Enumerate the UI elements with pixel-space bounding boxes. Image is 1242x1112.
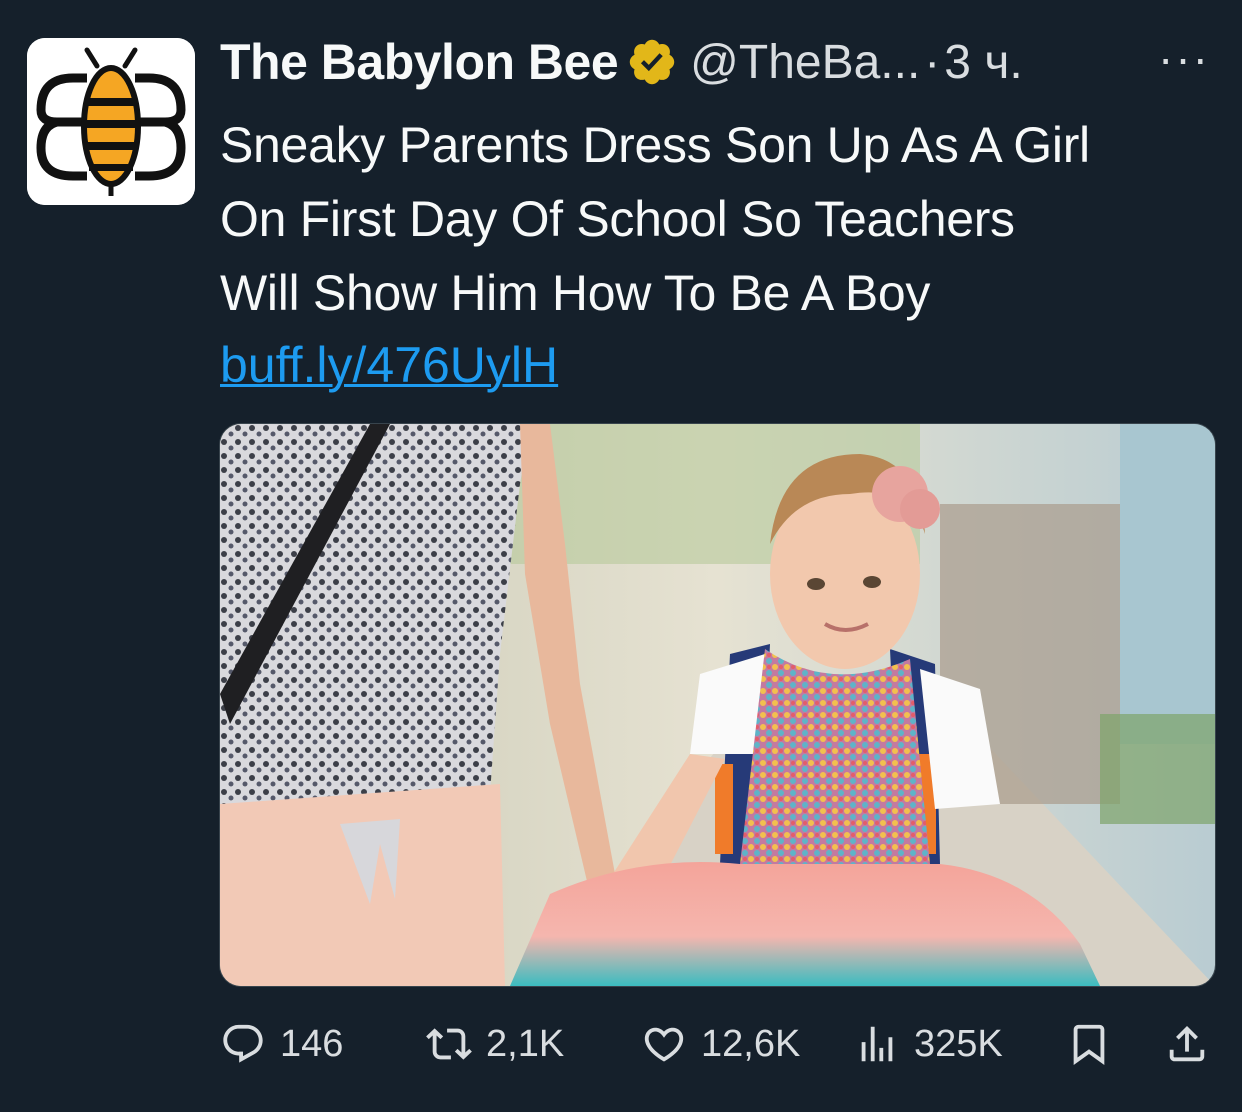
- views-button[interactable]: 325K: [854, 1012, 1003, 1076]
- author-name[interactable]: The Babylon Bee: [220, 33, 619, 91]
- views-count: 325K: [914, 1022, 1003, 1065]
- tweet-text: Sneaky Parents Dress Son Up As A Girl On…: [220, 108, 1220, 330]
- tweet-text-line: Sneaky Parents Dress Son Up As A Girl: [220, 117, 1090, 173]
- bookmark-icon: [1073, 1024, 1105, 1065]
- retweet-icon: [426, 1028, 472, 1060]
- author-handle[interactable]: @TheBa...: [690, 35, 920, 90]
- like-count: 12,6K: [701, 1022, 801, 1065]
- tweet-text-line: Will Show Him How To Be A Boy: [220, 265, 931, 321]
- tweet-text-line: On First Day Of School So Teachers: [220, 191, 1015, 247]
- reply-icon: [223, 1024, 263, 1063]
- verified-gold-badge-icon[interactable]: [626, 36, 678, 88]
- heart-icon: [644, 1027, 684, 1062]
- share-icon: [1169, 1025, 1205, 1062]
- views-icon: [861, 1026, 893, 1062]
- bookmark-button[interactable]: [1066, 1012, 1112, 1076]
- retweet-count: 2,1K: [486, 1022, 565, 1065]
- tweet-header: The Babylon Bee @TheBa... · 3 ч.: [220, 32, 1222, 92]
- babylon-bee-logo: [27, 38, 195, 205]
- tweet-photo[interactable]: [219, 423, 1216, 987]
- retweet-button[interactable]: 2,1K: [426, 1012, 564, 1076]
- share-button[interactable]: [1164, 1012, 1210, 1076]
- separator-dot: ·: [924, 35, 941, 89]
- more-options-icon[interactable]: ···: [1158, 35, 1210, 81]
- tweet-timestamp[interactable]: 3 ч.: [944, 35, 1022, 90]
- reply-button[interactable]: 146: [220, 1012, 343, 1076]
- author-avatar[interactable]: [27, 38, 195, 205]
- child-photo-image: [220, 424, 1215, 986]
- tweet-actions-bar: 146 2,1K 12,6K 325K: [220, 1012, 1215, 1076]
- like-button[interactable]: 12,6K: [641, 1012, 800, 1076]
- reply-count: 146: [280, 1022, 344, 1065]
- tweet-link[interactable]: buff.ly/476UylH: [220, 328, 558, 402]
